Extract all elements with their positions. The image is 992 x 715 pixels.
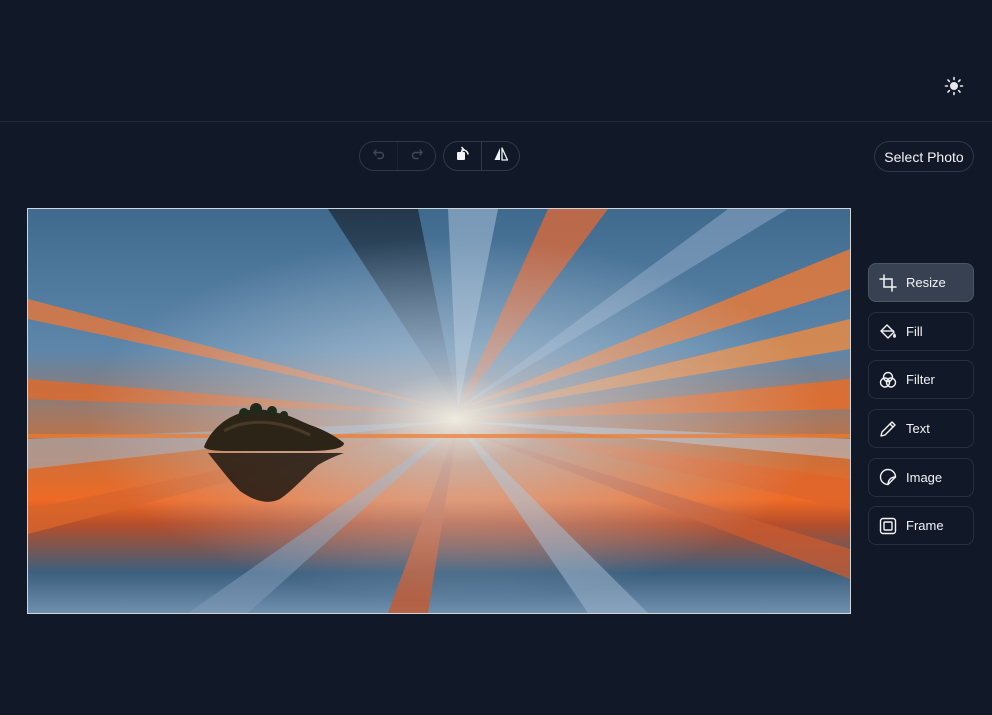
tool-filter[interactable]: Filter xyxy=(868,360,974,400)
undo-button[interactable] xyxy=(360,142,397,170)
tool-resize[interactable]: Resize xyxy=(868,263,974,302)
redo-button[interactable] xyxy=(397,142,435,170)
pencil-icon xyxy=(879,420,897,438)
tool-label: Image xyxy=(906,469,943,485)
redo-icon xyxy=(410,147,424,166)
app-header xyxy=(0,0,992,122)
sticker-icon xyxy=(879,468,897,486)
filter-circles-icon xyxy=(879,371,897,389)
tool-label: Fill xyxy=(906,323,923,339)
tool-label: Text xyxy=(906,421,930,437)
tool-frame[interactable]: Frame xyxy=(868,506,974,546)
tool-image[interactable]: Image xyxy=(868,457,974,497)
tool-panel: Resize Fill Filter Text Image Frame xyxy=(868,263,974,555)
tool-label: Frame xyxy=(906,518,944,534)
theme-toggle-button[interactable] xyxy=(940,76,968,100)
rotate-button[interactable] xyxy=(444,142,481,170)
transform-controls xyxy=(443,141,520,171)
tool-text[interactable]: Text xyxy=(868,409,974,449)
history-controls xyxy=(359,141,436,171)
rotate-icon xyxy=(455,146,471,167)
undo-icon xyxy=(372,147,386,166)
flip-horizontal-icon xyxy=(493,146,509,167)
tool-label: Filter xyxy=(906,372,935,388)
select-photo-button[interactable]: Select Photo xyxy=(874,141,974,172)
photo-image xyxy=(28,209,850,613)
crop-icon xyxy=(879,273,897,292)
tool-fill[interactable]: Fill xyxy=(868,311,974,351)
paint-bucket-icon xyxy=(879,322,897,340)
frame-icon xyxy=(879,517,897,535)
sun-icon xyxy=(944,76,964,101)
flip-button[interactable] xyxy=(481,142,519,170)
photo-canvas[interactable] xyxy=(27,208,851,614)
tool-label: Resize xyxy=(906,275,946,290)
